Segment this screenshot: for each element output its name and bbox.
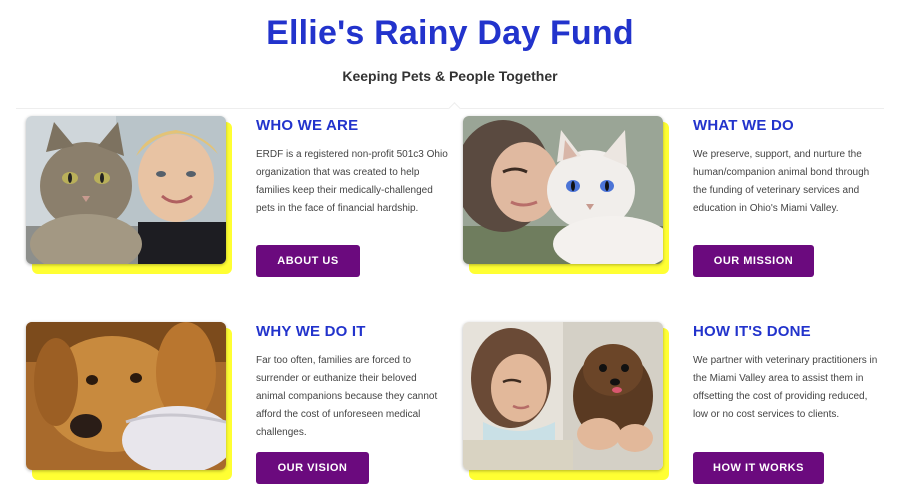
woman-and-puppy-photo: [463, 322, 663, 470]
card-what-we-do: WHAT WE DO We preserve, support, and nur…: [463, 116, 883, 296]
card-heading: WHAT WE DO: [693, 117, 794, 134]
card-text: WHY WE DO IT Far too often, families are…: [256, 322, 451, 442]
card-photo-frame: [463, 322, 669, 480]
woman-and-white-cat-photo: [463, 116, 663, 264]
golden-retriever-photo: [26, 322, 226, 470]
card-heading: WHY WE DO IT: [256, 323, 366, 340]
card-who-we-are: WHO WE ARE ERDF is a registered non-prof…: [26, 116, 448, 296]
card-photo-frame: [26, 322, 232, 480]
our-mission-button[interactable]: OUR MISSION: [693, 245, 814, 277]
card-heading: WHO WE ARE: [256, 117, 359, 134]
card-text: WHAT WE DO We preserve, support, and nur…: [693, 116, 888, 218]
card-heading: HOW IT'S DONE: [693, 323, 811, 340]
card-why-we-do-it: WHY WE DO IT Far too often, families are…: [26, 322, 446, 500]
our-vision-button[interactable]: OUR VISION: [256, 452, 369, 484]
card-text: WHO WE ARE ERDF is a registered non-prof…: [256, 116, 451, 218]
card-text: HOW IT'S DONE We partner with veterinary…: [693, 322, 888, 424]
site-title: Ellie's Rainy Day Fund: [266, 14, 634, 52]
about-us-button[interactable]: ABOUT US: [256, 245, 360, 277]
card-how-its-done: HOW IT'S DONE We partner with veterinary…: [463, 322, 883, 500]
card-body: We partner with veterinary practitioners…: [693, 355, 878, 420]
card-photo-frame: [463, 116, 669, 274]
card-body: Far too often, families are forced to su…: [256, 355, 438, 438]
site-header: Ellie's Rainy Day Fund Keeping Pets & Pe…: [0, 0, 900, 108]
cat-and-boy-photo: [26, 116, 226, 264]
card-photo-frame: [26, 116, 232, 274]
card-body: ERDF is a registered non-profit 501c3 Oh…: [256, 149, 448, 214]
how-it-works-button[interactable]: HOW IT WORKS: [693, 452, 824, 484]
site-subtitle: Keeping Pets & People Together: [342, 68, 558, 84]
card-body: We preserve, support, and nurture the hu…: [693, 149, 870, 214]
